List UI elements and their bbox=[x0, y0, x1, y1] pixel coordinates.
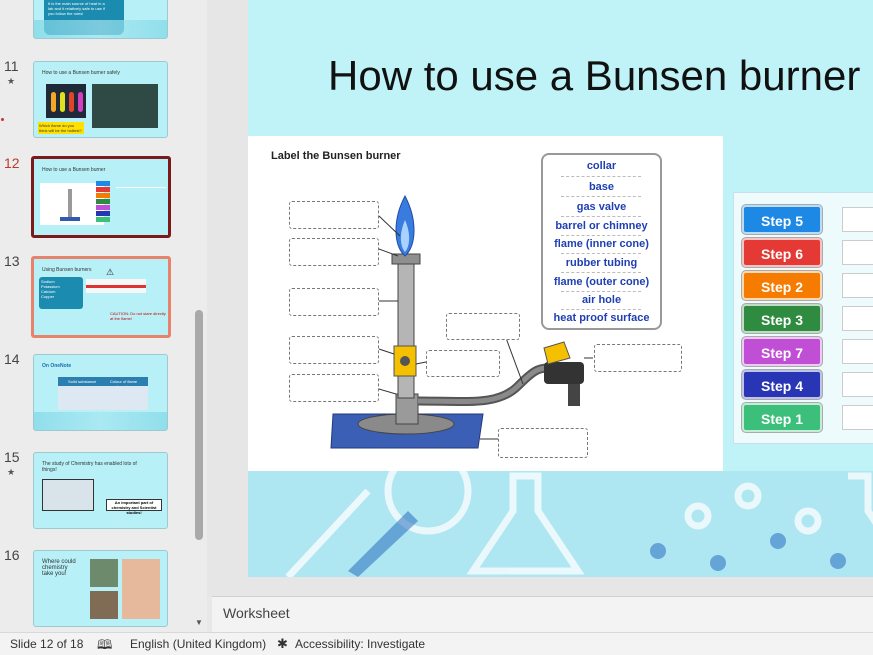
slide-canvas[interactable]: How to use a Bunsen burner Label the Bun… bbox=[248, 0, 873, 577]
word-bank-item: base bbox=[588, 181, 615, 193]
word-bank: collar base gas valve barrel or chimney … bbox=[541, 153, 662, 330]
scroll-down-arrow-icon[interactable]: ▼ bbox=[195, 618, 203, 627]
label-box[interactable] bbox=[594, 344, 682, 372]
label-box[interactable] bbox=[289, 201, 379, 229]
caution-text: CAUTION: Do not stare directly at the fl… bbox=[110, 311, 166, 321]
step-button[interactable]: Step 2 bbox=[742, 271, 822, 300]
label-box[interactable] bbox=[289, 336, 379, 364]
slide-thumbnail-16[interactable]: Where could chemistry take you! bbox=[33, 550, 168, 627]
label-box[interactable] bbox=[446, 313, 520, 340]
slide-thumbnail-12[interactable]: How to use a Bunsen burner bbox=[31, 156, 171, 238]
word-bank-item: heat proof surface bbox=[553, 312, 650, 324]
step-button[interactable]: Step 5 bbox=[742, 205, 822, 234]
worksheet-image[interactable]: Label the Bunsen burner collar base gas … bbox=[248, 136, 723, 471]
step-button[interactable]: Step 4 bbox=[742, 370, 822, 399]
slide-thumbnail-11[interactable]: How to use a Bunsen burner safely Which … bbox=[33, 61, 168, 138]
step-answer-slot[interactable] bbox=[842, 240, 873, 265]
slide-thumbnail-13[interactable]: Using Bunsen burners Sodium Potassium Ca… bbox=[31, 256, 171, 338]
label-box[interactable] bbox=[498, 428, 588, 458]
warning-icon: ⚠ bbox=[106, 267, 115, 277]
word-bank-item: air hole bbox=[581, 294, 622, 306]
thumb-caption: Which flame do you think will be the hot… bbox=[38, 122, 84, 134]
step-button[interactable]: Step 1 bbox=[742, 403, 822, 432]
table-header: Solid substance Colour of flame produced bbox=[58, 377, 148, 389]
steps-panel: Step 5 Step 6 Step 2 Step 3 Step 7 Step … bbox=[733, 192, 873, 444]
marker-dot bbox=[1, 118, 4, 121]
slide-thumbnail-10[interactable]: It is the main source of heat in a lab a… bbox=[33, 0, 168, 39]
step-answer-slot[interactable] bbox=[842, 339, 873, 364]
word-bank-item: collar bbox=[586, 160, 617, 172]
thumb-title: Where could chemistry take you! bbox=[42, 559, 76, 577]
step-button[interactable]: Step 7 bbox=[742, 337, 822, 366]
spell-check-icon[interactable]: 🕮 bbox=[97, 636, 112, 655]
language-indicator[interactable]: English (United Kingdom) bbox=[130, 637, 266, 651]
thumb-text: It is the main source of heat in a lab a… bbox=[48, 1, 105, 16]
slide-title[interactable]: How to use a Bunsen burner bbox=[328, 52, 860, 100]
thumb-number: 12 bbox=[4, 155, 20, 171]
thumbnail-scrollbar[interactable] bbox=[195, 310, 203, 540]
word-bank-item: barrel or chimney bbox=[555, 220, 648, 232]
accessibility-status[interactable]: Accessibility: Investigate bbox=[295, 637, 425, 651]
thumb-title: How to use a Bunsen burner bbox=[42, 167, 106, 173]
word-bank-item: gas valve bbox=[576, 201, 627, 213]
label-box[interactable] bbox=[289, 288, 379, 316]
scientist-photo bbox=[42, 479, 94, 511]
scientist-image bbox=[122, 559, 160, 619]
thumb-title: On OneNote bbox=[42, 363, 72, 369]
step-answer-slot[interactable] bbox=[842, 405, 873, 430]
word-bank-item: rubber tubing bbox=[565, 257, 638, 269]
thumb-number: 13 bbox=[4, 253, 20, 269]
slide-thumbnail-14[interactable]: On OneNote Solid substance Colour of fla… bbox=[33, 354, 168, 431]
slide-counter: Slide 12 of 18 bbox=[10, 637, 84, 651]
thumb-title: The study of Chemistry has enabled lots … bbox=[42, 461, 137, 473]
step-button[interactable]: Step 3 bbox=[742, 304, 822, 333]
label-box[interactable] bbox=[289, 374, 379, 402]
thumb-number: 16 bbox=[4, 547, 20, 563]
powerpoint-window: It is the main source of heat in a lab a… bbox=[0, 0, 873, 655]
lab-image bbox=[92, 84, 158, 128]
thumb-number: 15 bbox=[4, 449, 20, 465]
animation-star-icon: ★ bbox=[7, 76, 16, 86]
steps-mini bbox=[96, 181, 110, 229]
step-answer-slot[interactable] bbox=[842, 207, 873, 232]
word-bank-item: flame (inner cone) bbox=[554, 238, 649, 250]
thumb-title: Using Bunsen burners bbox=[42, 267, 92, 273]
step-button[interactable]: Step 6 bbox=[742, 238, 822, 267]
slide-thumbnail-15[interactable]: The study of Chemistry has enabled lots … bbox=[33, 452, 168, 529]
label-box[interactable] bbox=[426, 350, 500, 377]
worksheet-mini bbox=[40, 183, 104, 225]
step-answer-slot[interactable] bbox=[842, 306, 873, 331]
table-body bbox=[58, 386, 148, 410]
thumb-title: How to use a Bunsen burner safely bbox=[42, 70, 120, 76]
lab-equipment-background bbox=[248, 447, 873, 577]
animation-star-icon: ★ bbox=[7, 467, 16, 477]
notes-pane[interactable]: Worksheet bbox=[212, 596, 873, 632]
step-answer-slot[interactable] bbox=[842, 273, 873, 298]
thumb-note: An important part of chemistry and Scien… bbox=[106, 499, 162, 515]
flames-image bbox=[46, 84, 86, 118]
label-box[interactable] bbox=[289, 238, 379, 266]
accessibility-icon[interactable]: ✱ bbox=[277, 636, 288, 652]
thumb-number: 14 bbox=[4, 351, 20, 367]
notes-text[interactable]: Worksheet bbox=[223, 605, 290, 621]
metal-list: Sodium Potassium Calcium Copper bbox=[39, 277, 83, 309]
slide-thumbnail-panel: It is the main source of heat in a lab a… bbox=[0, 0, 207, 632]
word-bank-item: flame (outer cone) bbox=[553, 276, 650, 288]
thumb-number: 11 bbox=[4, 58, 19, 74]
status-bar: Slide 12 of 18 🕮 English (United Kingdom… bbox=[0, 632, 873, 655]
step-answer-slot[interactable] bbox=[842, 372, 873, 397]
